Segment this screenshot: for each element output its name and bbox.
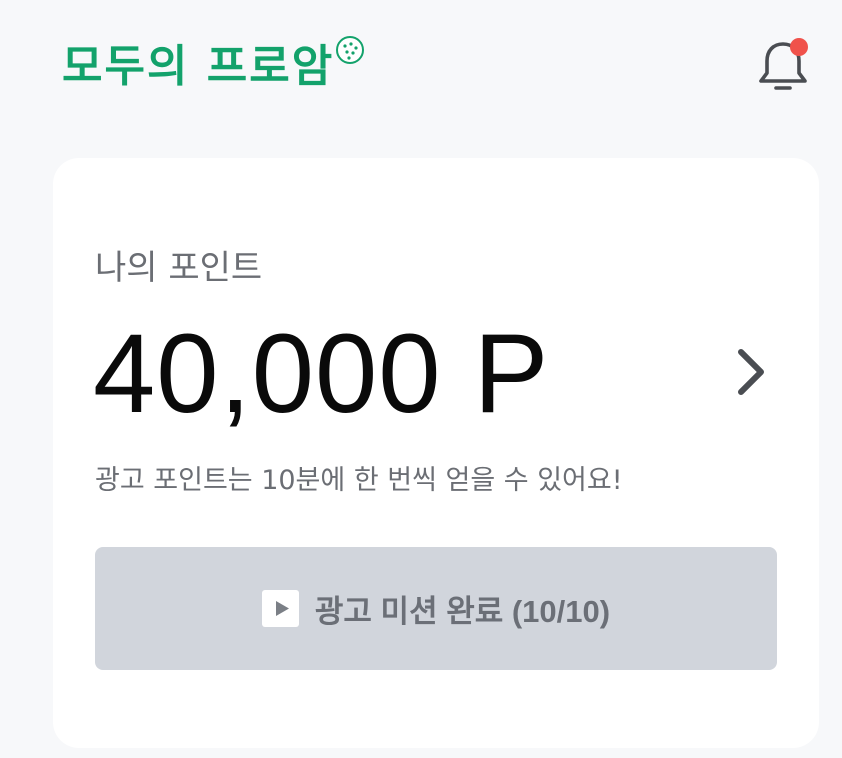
ad-mission-button[interactable]: 광고 미션 완료 (10/10)	[95, 547, 777, 670]
chevron-right-icon[interactable]	[723, 342, 783, 402]
points-card: 나의 포인트 40,000 P 광고 포인트는 10분에 한 번씩 얻을 수 있…	[53, 158, 819, 748]
points-info-text: 광고 포인트는 10분에 한 번씩 얻을 수 있어요!	[95, 465, 623, 496]
points-label: 나의 포인트	[95, 248, 263, 288]
play-icon	[261, 590, 299, 627]
app-logo-text: 모두의 프로암	[62, 41, 335, 92]
app-header: 모두의 프로암	[0, 0, 842, 130]
bell-icon	[759, 38, 808, 90]
notification-button[interactable]	[754, 36, 812, 94]
ad-mission-label: 광고 미션 완료 (10/10)	[314, 594, 611, 629]
notification-badge	[790, 38, 808, 56]
app-logo: 모두의 프로암	[62, 30, 334, 94]
golf-ball-icon	[336, 36, 364, 64]
points-value: 40,000 P	[93, 311, 550, 436]
